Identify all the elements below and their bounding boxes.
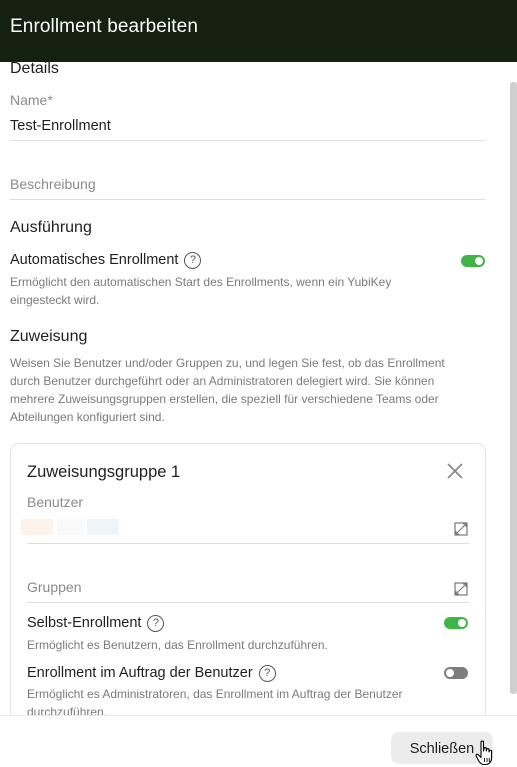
dialog-header: Enrollment bearbeiten xyxy=(0,0,517,62)
description-input[interactable]: Beschreibung xyxy=(10,176,96,192)
groups-field-underline xyxy=(27,602,469,603)
close-icon-svg xyxy=(447,463,463,479)
user-chip[interactable] xyxy=(87,519,119,535)
auto-enrollment-description: Ermöglicht den automatischen Start des E… xyxy=(10,275,392,307)
assignment-group-card: Zuweisungsgruppe 1 Benutzer Gruppen Selb… xyxy=(10,443,486,715)
dialog-title: Enrollment bearbeiten xyxy=(10,16,198,37)
help-circle-icon[interactable]: ? xyxy=(184,252,202,269)
section-title-execution: Ausführung xyxy=(10,219,92,236)
help-circle-icon[interactable]: ? xyxy=(147,615,165,632)
section-title-assignment: Zuweisung xyxy=(10,328,88,345)
expand-icon[interactable] xyxy=(454,582,468,596)
auto-enrollment-row: Automatisches Enrollment? xyxy=(10,252,202,269)
help-circle-icon[interactable]: ? xyxy=(258,665,276,682)
expand-icon[interactable] xyxy=(454,522,468,536)
hand-pointer-icon xyxy=(475,740,493,766)
self-enrollment-row: Selbst-Enrollment? xyxy=(27,615,165,632)
close-icon[interactable] xyxy=(445,461,465,481)
self-enrollment-label: Selbst-Enrollment xyxy=(27,615,142,631)
assignment-description: Weisen Sie Benutzer und/oder Gruppen zu,… xyxy=(10,356,445,424)
toggle-knob xyxy=(446,669,454,677)
auto-enrollment-toggle[interactable] xyxy=(461,255,485,267)
dialog-footer: Schließen xyxy=(0,715,517,767)
on-behalf-label: Enrollment im Auftrag der Benutzer xyxy=(27,665,253,681)
auto-enrollment-label: Automatisches Enrollment xyxy=(10,252,179,268)
name-input-underline xyxy=(10,140,485,141)
name-label: Name* xyxy=(10,92,53,108)
self-enrollment-toggle[interactable] xyxy=(444,617,468,629)
description-input-underline xyxy=(10,199,485,200)
scrollbar[interactable] xyxy=(510,82,517,694)
on-behalf-description: Ermöglicht es Administratoren, das Enrol… xyxy=(27,687,403,715)
dialog-content[interactable]: Details Name* Test-Enrollment Beschreibu… xyxy=(0,62,517,715)
name-input[interactable]: Test-Enrollment xyxy=(10,118,111,134)
users-field-underline xyxy=(27,543,469,544)
on-behalf-row: Enrollment im Auftrag der Benutzer? xyxy=(27,665,276,682)
users-field-label: Benutzer xyxy=(27,494,84,510)
self-enrollment-description: Ermöglicht es Benutzern, das Enrollment … xyxy=(27,638,328,652)
user-chip[interactable] xyxy=(21,519,53,535)
on-behalf-toggle[interactable] xyxy=(444,667,468,679)
assignment-group-title: Zuweisungsgruppe 1 xyxy=(27,463,181,481)
user-chip[interactable] xyxy=(57,519,85,535)
toggle-knob xyxy=(475,257,483,265)
toggle-knob xyxy=(458,619,466,627)
section-title-details: Details xyxy=(10,62,59,77)
groups-field-label: Gruppen xyxy=(27,579,82,595)
